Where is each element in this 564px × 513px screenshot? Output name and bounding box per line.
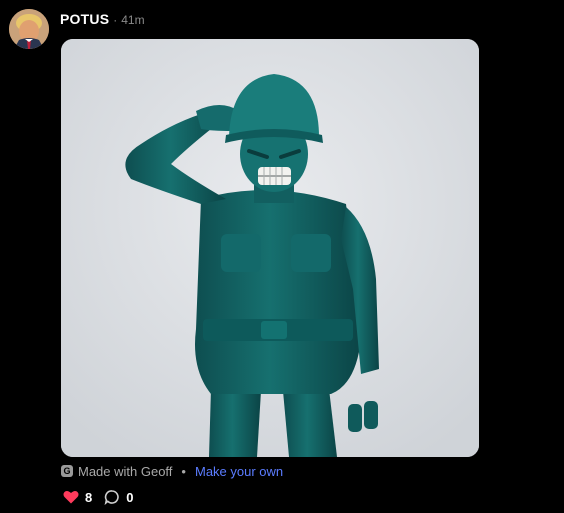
post-header: POTUS · 41m <box>60 11 145 29</box>
avatar[interactable] <box>9 9 49 49</box>
heart-icon <box>63 490 79 504</box>
comment-button[interactable]: 0 <box>104 489 133 505</box>
header-separator: · <box>113 13 118 27</box>
avatar-image <box>9 9 49 49</box>
like-button[interactable]: 8 <box>63 490 92 505</box>
like-count: 8 <box>85 489 93 505</box>
geoff-logo-icon: G <box>61 465 73 477</box>
credit-line: G Made with Geoff • Make your own <box>61 462 283 480</box>
timestamp: 41m <box>121 13 145 27</box>
toy-soldier-image <box>61 39 479 457</box>
comment-count: 0 <box>126 489 134 505</box>
make-your-own-link[interactable]: Make your own <box>195 464 283 479</box>
post-actions: 8 0 <box>63 489 145 505</box>
made-with-text: Made with Geoff <box>78 463 173 479</box>
username[interactable]: POTUS <box>60 11 109 27</box>
credit-separator: • <box>181 463 186 479</box>
comment-bubble-icon <box>104 490 120 505</box>
post-image[interactable] <box>61 39 479 457</box>
